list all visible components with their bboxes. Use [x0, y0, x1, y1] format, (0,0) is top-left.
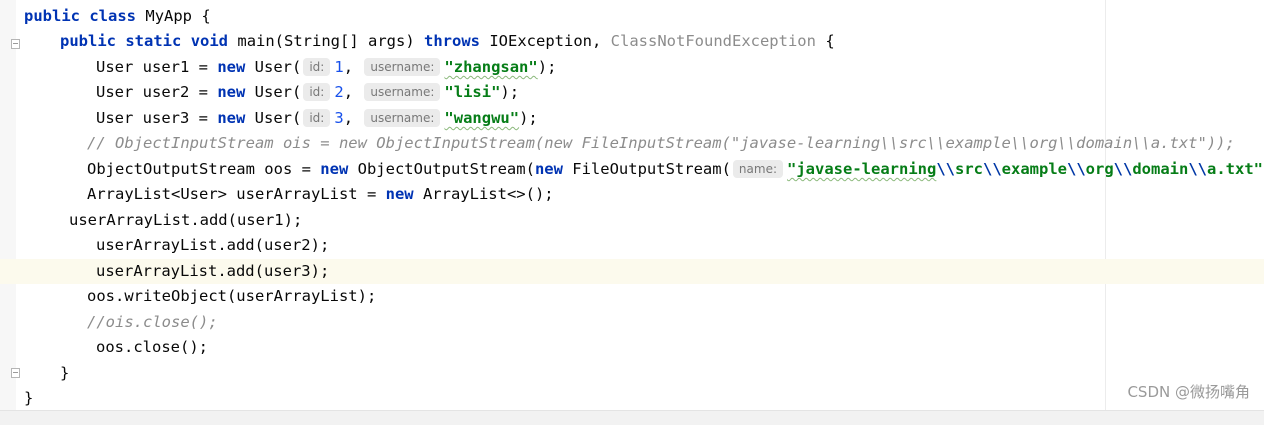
code-line-12[interactable]: oos.writeObject(userArrayList);: [87, 284, 376, 309]
code-line-2[interactable]: public static void main(String[] args) t…: [60, 29, 835, 54]
string-literal: "lisi": [444, 83, 501, 101]
code-text: User(: [254, 109, 302, 127]
string-part: domain: [1132, 160, 1189, 178]
code-line-7[interactable]: ObjectOutputStream oos = new ObjectOutpu…: [87, 157, 1264, 182]
string-part: example: [1001, 160, 1067, 178]
param-hint: username:: [364, 83, 441, 101]
fold-marker-icon[interactable]: [11, 368, 20, 378]
code-line-13-comment[interactable]: //ois.close();: [87, 310, 218, 335]
keyword: new: [385, 185, 414, 203]
escape-seq: \\: [936, 160, 955, 178]
exception-name-unused: ClassNotFoundException: [610, 32, 816, 50]
code-text: userArrayList.add(user3);: [96, 262, 330, 280]
keyword: new: [217, 109, 246, 127]
string-part: org: [1085, 160, 1114, 178]
method-signature: main(String[] args): [237, 32, 424, 50]
code-text: ObjectOutputStream(: [348, 160, 535, 178]
code-line-5[interactable]: User user3 = new User(id: 3, username: "wa…: [96, 106, 538, 131]
code-text: ObjectOutputStream oos =: [87, 160, 321, 178]
code-line-16[interactable]: }: [24, 386, 33, 410]
exception-name: IOException,: [489, 32, 611, 50]
code-text: ArrayList<>();: [413, 185, 554, 203]
string-literal: "javase-learning\\src\\example\\org\\dom…: [787, 160, 1263, 178]
keyword: new: [320, 160, 349, 178]
string-literal: "wangwu": [444, 109, 520, 127]
param-hint: id:: [303, 58, 331, 76]
code-text: User(: [254, 58, 302, 76]
code-text: );: [500, 83, 520, 101]
number-literal: 3: [334, 109, 344, 127]
code-text: );: [519, 109, 538, 127]
horizontal-scrollbar[interactable]: [0, 410, 1264, 425]
escape-seq: \\: [1066, 160, 1086, 178]
string-literal: "zhangsan": [444, 58, 538, 76]
code-text: User user2 =: [96, 83, 218, 101]
keyword: throws: [424, 32, 480, 50]
code-text: ,: [343, 83, 363, 101]
keyword: public: [24, 7, 80, 25]
code-line-1[interactable]: public class MyApp {: [24, 4, 211, 29]
keyword: public: [60, 32, 116, 50]
watermark: CSDN @微扬嘴角: [1127, 383, 1250, 401]
keyword: new: [534, 160, 563, 178]
code-text: {: [815, 32, 835, 50]
code-text: FileOutputStream(: [562, 160, 731, 178]
code-editor[interactable]: public class MyApp { public static void …: [0, 0, 1264, 410]
code-line-14[interactable]: oos.close();: [96, 335, 208, 360]
code-line-11-current[interactable]: userArrayList.add(user3);: [0, 259, 1264, 284]
code-line-9[interactable]: userArrayList.add(user1);: [69, 208, 302, 233]
code-text: User(: [254, 83, 302, 101]
string-part: src: [954, 160, 983, 178]
keyword: new: [217, 58, 246, 76]
keyword: new: [217, 83, 246, 101]
number-literal: 1: [334, 58, 344, 76]
code-line-15[interactable]: }: [60, 361, 69, 386]
code-text: ,: [343, 109, 363, 127]
param-hint: username:: [364, 58, 441, 76]
right-margin-guide: [1105, 0, 1106, 410]
param-hint: id:: [303, 83, 331, 101]
param-hint: username:: [364, 109, 441, 127]
code-line-4[interactable]: User user2 = new User(id: 2, username: "li…: [96, 80, 519, 105]
class-name: MyApp {: [145, 7, 211, 25]
keyword: class: [89, 7, 137, 25]
escape-seq: \\: [982, 160, 1002, 178]
fold-marker-icon[interactable]: [11, 39, 20, 49]
code-text: ArrayList<User> userArrayList =: [87, 185, 386, 203]
code-text: User user1 =: [96, 58, 218, 76]
param-hint: name:: [732, 160, 783, 178]
keyword: void: [190, 32, 229, 50]
code-line-6-comment[interactable]: // ObjectInputStream ois = new ObjectInp…: [87, 131, 1235, 156]
keyword: static: [125, 32, 182, 50]
escape-seq: \\: [1113, 160, 1133, 178]
string-part: "javase-learning: [787, 160, 937, 178]
code-text: );: [537, 58, 557, 76]
string-part: a.txt": [1207, 160, 1263, 178]
code-line-8[interactable]: ArrayList<User> userArrayList = new Arra…: [87, 182, 554, 207]
param-hint: id:: [303, 109, 331, 127]
code-text: User user3 =: [96, 109, 218, 127]
number-literal: 2: [334, 83, 344, 101]
code-line-3[interactable]: User user1 = new User(id: 1, username: "zh…: [96, 55, 556, 80]
code-text: ,: [343, 58, 363, 76]
code-line-10[interactable]: userArrayList.add(user2);: [96, 233, 329, 258]
escape-seq: \\: [1188, 160, 1207, 178]
editor-gutter: [0, 0, 16, 410]
